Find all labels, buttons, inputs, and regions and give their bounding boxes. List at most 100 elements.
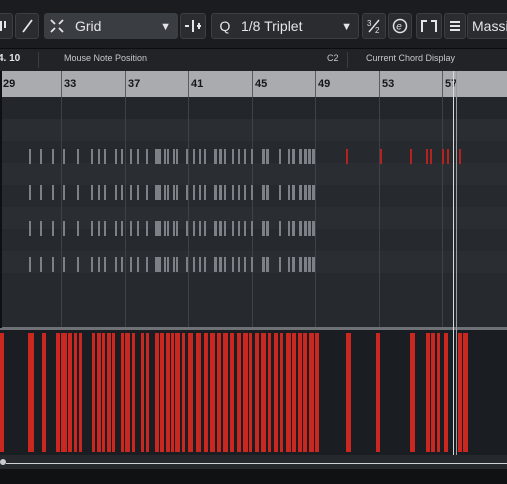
- velocity-bar[interactable]: [280, 333, 283, 452]
- velocity-bar[interactable]: [182, 333, 185, 452]
- midi-note[interactable]: [29, 149, 31, 164]
- midi-note[interactable]: [63, 185, 65, 200]
- midi-note[interactable]: [104, 185, 106, 200]
- velocity-bar[interactable]: [255, 333, 259, 452]
- midi-note[interactable]: [63, 149, 65, 164]
- velocity-bar[interactable]: [298, 333, 302, 452]
- velocity-bar[interactable]: [188, 333, 193, 452]
- midi-note[interactable]: [173, 185, 175, 200]
- midi-note[interactable]: [262, 185, 265, 200]
- midi-note[interactable]: [130, 257, 132, 272]
- velocity-bar[interactable]: [458, 333, 462, 452]
- midi-note[interactable]: [279, 185, 281, 200]
- midi-note[interactable]: [279, 149, 281, 164]
- midi-note[interactable]: [164, 221, 166, 236]
- instrument-selector[interactable]: Massiv: [467, 13, 507, 39]
- midi-note[interactable]: [288, 257, 290, 272]
- velocity-bar[interactable]: [249, 333, 252, 452]
- midi-note[interactable]: [292, 221, 295, 236]
- velocity-bar[interactable]: [141, 333, 144, 452]
- midi-note[interactable]: [262, 221, 265, 236]
- velocity-bar[interactable]: [125, 333, 130, 452]
- midi-note[interactable]: [292, 149, 295, 164]
- velocity-bar[interactable]: [107, 333, 111, 452]
- midi-note[interactable]: [146, 185, 148, 200]
- midi-note[interactable]: [130, 185, 132, 200]
- midi-note[interactable]: [308, 257, 311, 272]
- midi-note[interactable]: [98, 149, 100, 164]
- velocity-bar[interactable]: [155, 333, 159, 452]
- midi-note[interactable]: [251, 221, 253, 236]
- velocity-bar[interactable]: [217, 333, 221, 452]
- midi-note[interactable]: [158, 257, 161, 272]
- midi-note[interactable]: [238, 257, 240, 272]
- velocity-bar[interactable]: [74, 333, 77, 452]
- midi-note-selected[interactable]: [346, 149, 348, 164]
- midi-note[interactable]: [308, 149, 311, 164]
- midi-note[interactable]: [29, 221, 31, 236]
- midi-note[interactable]: [186, 221, 188, 236]
- midi-note[interactable]: [312, 185, 315, 200]
- velocity-bar[interactable]: [309, 333, 314, 452]
- midi-note[interactable]: [137, 185, 139, 200]
- playback-cursor[interactable]: [453, 71, 454, 455]
- velocity-bar[interactable]: [210, 333, 215, 452]
- velocity-bar[interactable]: [376, 333, 380, 452]
- midi-note[interactable]: [52, 185, 54, 200]
- velocity-bar[interactable]: [463, 333, 468, 452]
- midi-note[interactable]: [29, 185, 31, 200]
- velocity-bar[interactable]: [274, 333, 278, 452]
- midi-note[interactable]: [232, 221, 234, 236]
- midi-note[interactable]: [288, 221, 290, 236]
- midi-note[interactable]: [173, 221, 175, 236]
- midi-note[interactable]: [299, 257, 302, 272]
- midi-note[interactable]: [158, 185, 161, 200]
- velocity-bar[interactable]: [160, 333, 164, 452]
- velocity-bar[interactable]: [268, 333, 271, 452]
- midi-note[interactable]: [77, 221, 79, 236]
- midi-note[interactable]: [121, 185, 123, 200]
- draw-tool-button[interactable]: [15, 13, 39, 39]
- velocity-bar[interactable]: [286, 333, 291, 452]
- midi-note[interactable]: [219, 257, 222, 272]
- midi-note-selected[interactable]: [426, 149, 428, 164]
- midi-note[interactable]: [304, 257, 307, 272]
- midi-note[interactable]: [214, 185, 217, 200]
- midi-note[interactable]: [244, 185, 246, 200]
- midi-note[interactable]: [199, 257, 201, 272]
- midi-note[interactable]: [137, 149, 139, 164]
- midi-note[interactable]: [186, 185, 188, 200]
- toggle-button[interactable]: [0, 13, 13, 39]
- midi-note[interactable]: [98, 221, 100, 236]
- midi-note[interactable]: [193, 149, 195, 164]
- midi-note[interactable]: [121, 221, 123, 236]
- midi-note[interactable]: [77, 257, 79, 272]
- midi-note[interactable]: [312, 221, 315, 236]
- midi-note[interactable]: [130, 149, 132, 164]
- midi-note-selected[interactable]: [410, 149, 412, 164]
- midi-note[interactable]: [292, 185, 295, 200]
- midi-note[interactable]: [104, 149, 106, 164]
- midi-note[interactable]: [288, 149, 290, 164]
- scrollbar-handle[interactable]: [0, 459, 6, 465]
- midi-note-selected[interactable]: [442, 149, 444, 164]
- midi-note[interactable]: [104, 257, 106, 272]
- midi-note[interactable]: [173, 257, 175, 272]
- midi-note[interactable]: [219, 185, 222, 200]
- midi-note[interactable]: [279, 257, 281, 272]
- midi-note[interactable]: [173, 149, 175, 164]
- midi-note[interactable]: [266, 185, 269, 200]
- midi-note[interactable]: [214, 149, 217, 164]
- midi-note[interactable]: [244, 257, 246, 272]
- midi-note[interactable]: [193, 221, 195, 236]
- midi-note[interactable]: [214, 257, 217, 272]
- velocity-bar[interactable]: [204, 333, 208, 452]
- velocity-bar[interactable]: [303, 333, 307, 452]
- midi-note[interactable]: [266, 221, 269, 236]
- midi-note[interactable]: [232, 257, 234, 272]
- midi-note[interactable]: [146, 221, 148, 236]
- midi-note[interactable]: [98, 257, 100, 272]
- midi-note[interactable]: [304, 149, 307, 164]
- velocity-bar[interactable]: [146, 333, 149, 452]
- velocity-bar[interactable]: [28, 333, 34, 452]
